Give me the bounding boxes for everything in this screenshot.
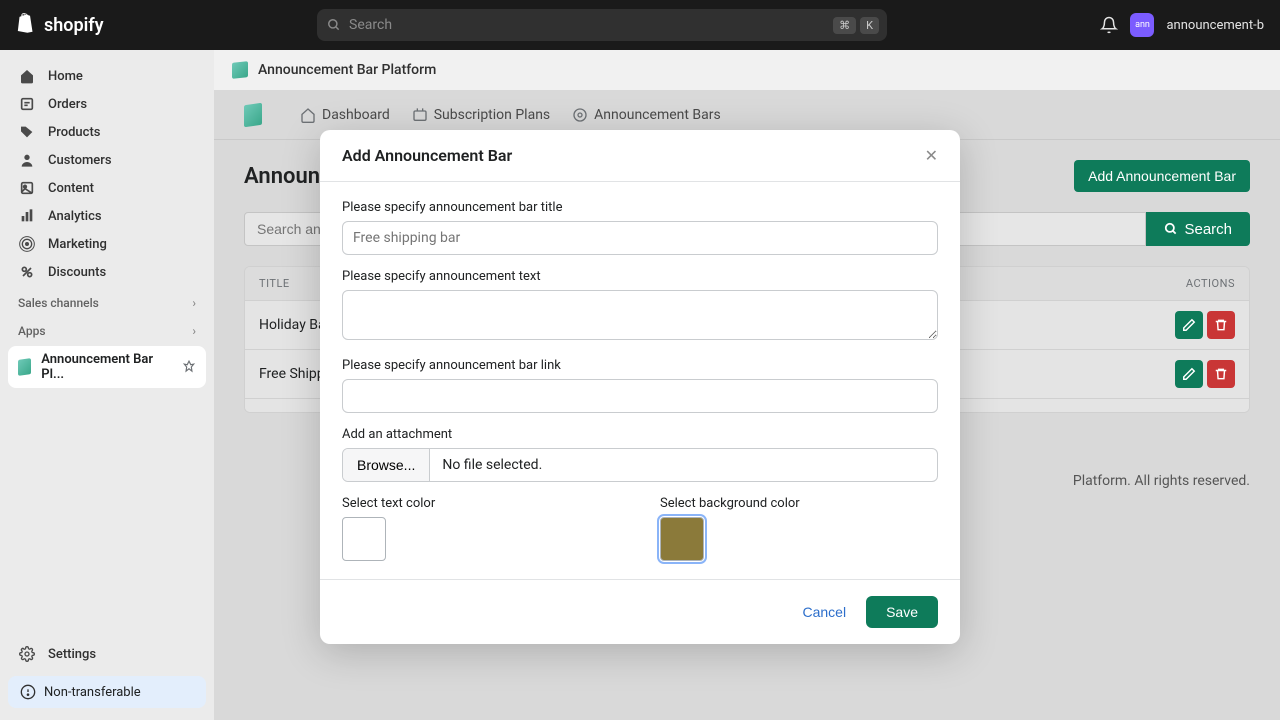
field-label-bg-color: Select background color (660, 496, 938, 511)
link-input[interactable] (342, 379, 938, 413)
app-logo-icon (244, 102, 262, 127)
th-actions: ACTIONS (1135, 277, 1235, 290)
sidebar-item-home[interactable]: Home (8, 62, 206, 90)
field-label-attachment: Add an attachment (342, 427, 938, 442)
chevron-right-icon: › (192, 324, 196, 338)
delete-button[interactable] (1207, 360, 1235, 388)
field-label-text: Please specify announcement text (342, 269, 938, 284)
subnav-subscriptions[interactable]: Subscription Plans (412, 107, 550, 123)
sidebar-item-analytics[interactable]: Analytics (8, 202, 206, 230)
discounts-icon (18, 263, 36, 281)
search-placeholder: Search (349, 17, 392, 33)
delete-button[interactable] (1207, 311, 1235, 339)
sales-channels-header[interactable]: Sales channels› (8, 286, 206, 314)
subnav-dashboard[interactable]: Dashboard (300, 107, 390, 123)
edit-button[interactable] (1175, 311, 1203, 339)
sidebar-item-marketing[interactable]: Marketing (8, 230, 206, 258)
products-icon (18, 123, 36, 141)
sidebar-item-settings[interactable]: Settings (8, 640, 206, 668)
marketing-icon (18, 235, 36, 253)
text-color-picker[interactable] (342, 517, 386, 561)
search-button[interactable]: Search (1146, 212, 1250, 246)
sidebar-app-announcement[interactable]: Announcement Bar Pl... (8, 346, 206, 388)
analytics-icon (18, 207, 36, 225)
chevron-right-icon: › (192, 296, 196, 310)
logo-text: shopify (44, 15, 104, 36)
customers-icon (18, 151, 36, 169)
bg-color-picker[interactable] (660, 517, 704, 561)
edit-button[interactable] (1175, 360, 1203, 388)
notifications-icon[interactable] (1100, 16, 1118, 34)
sidebar-item-orders[interactable]: Orders (8, 90, 206, 118)
sidebar-item-content[interactable]: Content (8, 174, 206, 202)
title-input[interactable] (342, 221, 938, 255)
add-announcement-button[interactable]: Add Announcement Bar (1074, 160, 1250, 192)
text-textarea[interactable] (342, 290, 938, 340)
kbd-k: K (860, 17, 879, 34)
sidebar-item-customers[interactable]: Customers (8, 146, 206, 174)
file-status: No file selected. (430, 449, 554, 481)
global-search[interactable]: Search ⌘ K (317, 9, 887, 41)
cancel-button[interactable]: Cancel (802, 604, 846, 620)
pin-icon[interactable] (182, 360, 196, 374)
app-icon (18, 358, 31, 376)
content-icon (18, 179, 36, 197)
sidebar: Home Orders Products Customers Content A… (0, 50, 214, 720)
topbar: shopify Search ⌘ K ann announcement-b (0, 0, 1280, 50)
save-button[interactable]: Save (866, 596, 938, 628)
browse-button[interactable]: Browse... (343, 449, 430, 481)
sidebar-item-products[interactable]: Products (8, 118, 206, 146)
subnav-announcement-bars[interactable]: Announcement Bars (572, 107, 721, 123)
orders-icon (18, 95, 36, 113)
field-label-title: Please specify announcement bar title (342, 200, 938, 215)
app-header: Announcement Bar Platform (214, 50, 1280, 90)
field-label-text-color: Select text color (342, 496, 620, 511)
field-label-link: Please specify announcement bar link (342, 358, 938, 373)
add-announcement-modal: Add Announcement Bar ✕ Please specify an… (320, 130, 960, 644)
modal-title: Add Announcement Bar (342, 146, 512, 165)
avatar[interactable]: ann (1130, 13, 1154, 37)
kbd-cmd: ⌘ (833, 17, 856, 34)
app-logo-icon (232, 61, 248, 79)
home-icon (18, 67, 36, 85)
store-name: announcement-b (1166, 18, 1264, 33)
gear-icon (18, 645, 36, 663)
shopify-logo[interactable]: shopify (16, 13, 104, 37)
non-transferable-badge: Non-transferable (8, 676, 206, 708)
apps-header[interactable]: Apps› (8, 314, 206, 342)
sidebar-item-discounts[interactable]: Discounts (8, 258, 206, 286)
close-icon[interactable]: ✕ (925, 146, 938, 165)
